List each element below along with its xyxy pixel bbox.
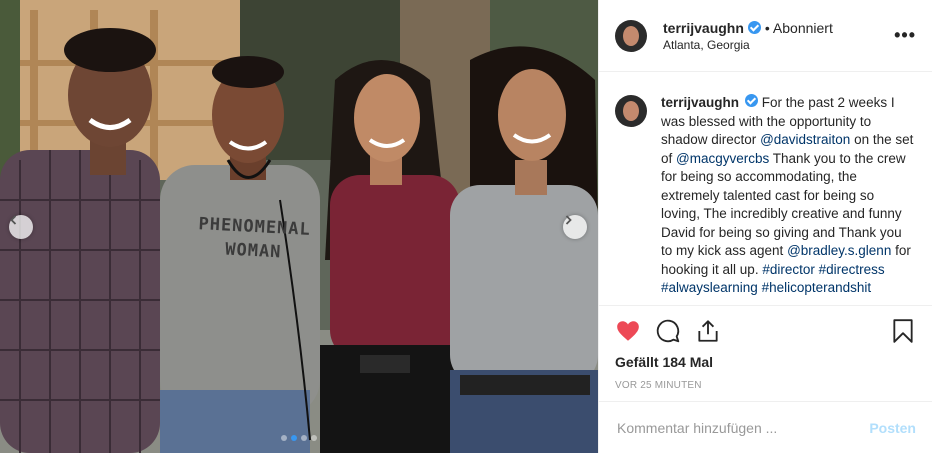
share-icon[interactable]	[695, 318, 721, 344]
post-comment-button[interactable]: Posten	[869, 420, 916, 436]
post-sidebar: terrijvaughn • Abonniert Atlanta, Georgi…	[598, 0, 932, 453]
comment-icon[interactable]	[655, 318, 681, 344]
hashtag-link[interactable]: #alwayslearning	[661, 280, 758, 295]
chevron-right-icon	[565, 215, 572, 225]
username-link[interactable]: terrijvaughn	[663, 20, 744, 36]
mention-link[interactable]: @macgyvercbs	[676, 151, 769, 166]
heart-icon[interactable]	[615, 318, 641, 344]
mention-link[interactable]: @davidstraiton	[760, 132, 850, 147]
hashtag-link[interactable]: #helicopterandshit	[762, 280, 872, 295]
carousel-prev-button[interactable]	[9, 215, 33, 239]
carousel-dot	[301, 435, 307, 441]
verified-badge-icon	[745, 94, 759, 107]
verified-badge-icon	[747, 21, 761, 34]
add-comment-bar: Posten	[599, 401, 932, 453]
caption-avatar[interactable]	[615, 95, 647, 127]
more-options-icon[interactable]: •••	[894, 25, 916, 46]
post-timestamp[interactable]: VOR 25 MINUTEN	[615, 380, 916, 391]
mention-link[interactable]: @bradley.s.glenn	[787, 243, 891, 258]
bookmark-icon[interactable]	[890, 318, 916, 344]
hashtag-link[interactable]: #directress	[819, 262, 885, 277]
likes-count[interactable]: Gefällt 184 Mal	[615, 354, 916, 370]
shirt-text: PHENOMENAL WOMAN	[196, 212, 312, 266]
carousel-next-button[interactable]	[563, 215, 587, 239]
post-photo[interactable]: PHENOMENAL WOMAN	[0, 0, 598, 453]
location-link[interactable]: Atlanta, Georgia	[663, 38, 894, 52]
caption-text: Thank you to the crew for being so accom…	[661, 150, 906, 259]
caption-username-link[interactable]: terrijvaughn	[661, 95, 739, 110]
carousel-dot	[281, 435, 287, 441]
chevron-left-icon	[10, 215, 17, 225]
post-header: terrijvaughn • Abonniert Atlanta, Georgi…	[599, 0, 932, 72]
comments-area[interactable]: terrijvaughn For the past 2 weeks I was …	[599, 72, 932, 304]
carousel-indicator	[0, 435, 598, 441]
carousel-dot	[311, 435, 317, 441]
instagram-post-modal: PHENOMENAL WOMAN terrijvaughn • Abonnier…	[0, 0, 932, 453]
comment-input[interactable]	[615, 418, 870, 437]
carousel-dot-active	[291, 435, 297, 441]
post-caption: terrijvaughn For the past 2 weeks I was …	[661, 94, 915, 304]
post-actions: Gefällt 184 Mal VOR 25 MINUTEN	[599, 305, 932, 401]
avatar[interactable]	[615, 19, 647, 52]
hashtag-link[interactable]: #director	[762, 262, 815, 277]
follow-status[interactable]: • Abonniert	[765, 20, 833, 36]
